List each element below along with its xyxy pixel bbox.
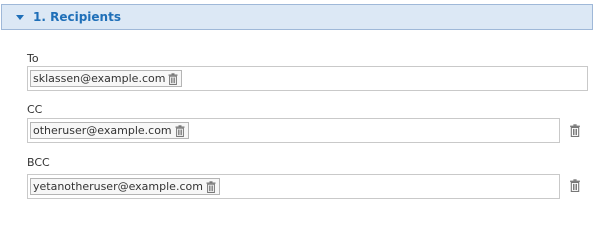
- recipient-chip[interactable]: yetanotheruser@example.com: [30, 178, 220, 195]
- to-field[interactable]: sklassen@example.com: [27, 66, 588, 91]
- bcc-label: BCC: [27, 156, 50, 169]
- recipient-email: yetanotheruser@example.com: [33, 180, 203, 193]
- recipient-chip[interactable]: sklassen@example.com: [30, 70, 183, 87]
- recipient-email: otheruser@example.com: [33, 124, 172, 137]
- recipients-section-header[interactable]: 1. Recipients: [1, 4, 593, 30]
- remove-bcc-row-trash-icon[interactable]: [569, 179, 581, 192]
- trash-icon[interactable]: [168, 72, 178, 85]
- cc-field[interactable]: otheruser@example.com: [27, 118, 560, 143]
- cc-label: CC: [27, 103, 43, 116]
- recipient-chip[interactable]: otheruser@example.com: [30, 122, 189, 139]
- to-label: To: [27, 52, 39, 65]
- trash-icon[interactable]: [206, 180, 216, 193]
- caret-down-icon[interactable]: [16, 14, 24, 20]
- remove-cc-row-trash-icon[interactable]: [569, 124, 581, 137]
- section-title: 1. Recipients: [33, 10, 121, 24]
- recipient-email: sklassen@example.com: [33, 72, 166, 85]
- trash-icon[interactable]: [175, 124, 185, 137]
- bcc-field[interactable]: yetanotheruser@example.com: [27, 174, 560, 199]
